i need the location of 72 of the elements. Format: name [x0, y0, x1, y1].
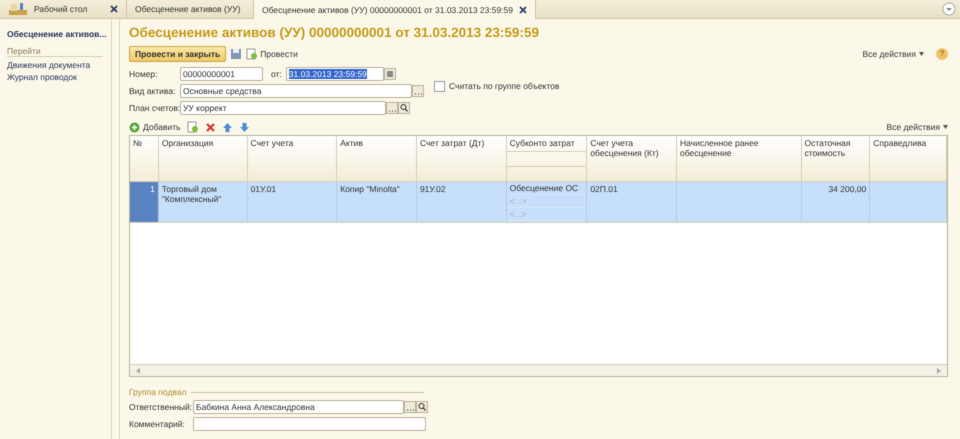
all-actions-button[interactable]: Все действия: [886, 122, 948, 132]
caret-icon: [943, 125, 948, 129]
column-header[interactable]: Счет учета: [248, 136, 338, 181]
group-title: Группа подвал: [129, 387, 187, 397]
table-cell: 02П.01: [590, 184, 618, 194]
form-title: Обесценение активов (УУ) 00000000001 от 31.03.2013 23:59:59: [129, 25, 540, 42]
field-label: Комментарий:: [129, 419, 186, 429]
plus-icon: [129, 122, 140, 132]
comment-field[interactable]: [193, 417, 426, 431]
tab-label: Обесценение активов (УУ): [135, 4, 240, 14]
all-actions-button[interactable]: Все действия: [862, 49, 924, 59]
help-button[interactable]: ?: [936, 48, 948, 60]
column-header[interactable]: №: [130, 136, 159, 181]
tab[interactable]: Рабочий стол: [0, 0, 127, 18]
table-cell: 1: [150, 184, 155, 194]
asset-type-field[interactable]: Основные средства: [180, 84, 412, 98]
field-label: Номер:: [129, 69, 159, 79]
add-button[interactable]: Добавить: [129, 122, 181, 132]
field-label: Вид актива:: [129, 86, 176, 96]
delete-icon[interactable]: [204, 122, 216, 132]
dropdown-icon[interactable]: [942, 2, 956, 16]
save-icon[interactable]: [230, 48, 242, 60]
column-header[interactable]: Счет учета обесценения (Кт): [587, 136, 677, 181]
document-icon: [246, 48, 258, 60]
table-cell: 34 200,00: [828, 184, 866, 194]
number-field[interactable]: 00000000001: [180, 67, 263, 81]
caret-icon: [919, 52, 924, 56]
sidebar-link[interactable]: Журнал проводок: [7, 71, 111, 83]
sidebar-title[interactable]: Обесценение активов...: [7, 29, 111, 39]
tab-label: Обесценение активов (УУ) 00000000001 от 31.03.2013 23:59:59: [262, 4, 513, 14]
table-cell: <...>: [506, 208, 586, 221]
splitter-handle[interactable]: [111, 19, 120, 439]
field-label: Ответственный:: [129, 402, 189, 412]
search-icon[interactable]: [398, 102, 410, 114]
table-row[interactable]: 1 Торговый дом "Комплексный" 01У.01 Копир "Minolta" 91У.02 Обесценение ОС <...> <...> 02П.01 34 200,00: [130, 182, 947, 223]
table-cell: 01У.01: [250, 184, 276, 194]
column-header[interactable]: Начисленное ранее обесценение: [676, 136, 802, 181]
horizontal-scrollbar[interactable]: [130, 364, 947, 376]
close-icon[interactable]: [110, 5, 118, 13]
table-cell: 91У.02: [420, 184, 446, 194]
search-icon[interactable]: [416, 401, 428, 413]
post-button[interactable]: Провести: [246, 48, 298, 60]
scroll-left-icon[interactable]: [136, 368, 140, 374]
column-header[interactable]: Актив: [337, 136, 417, 181]
table-cell: <...>: [506, 195, 586, 208]
column-header[interactable]: Справедлива: [870, 136, 947, 181]
column-header[interactable]: Организация: [158, 136, 248, 181]
table-cell: Копир "Minolta": [340, 184, 400, 194]
checkbox-label: Считать по группе объектов: [449, 81, 560, 91]
table-cell: Обесценение ОС: [506, 182, 586, 195]
column-header[interactable]: Счет затрат (Дт): [416, 136, 507, 181]
scroll-right-icon[interactable]: [937, 368, 941, 374]
table-cell: Торговый дом "Комплексный": [162, 184, 222, 204]
desk-icon: [8, 2, 28, 16]
tab-label: Рабочий стол: [34, 4, 88, 14]
column-header[interactable]: Остаточная стоимость: [802, 136, 870, 181]
move-up-icon[interactable]: [222, 122, 233, 132]
field-label: от:: [271, 69, 282, 79]
select-button[interactable]: [412, 85, 424, 97]
chart-of-accounts-field[interactable]: УУ коррект: [180, 101, 386, 115]
close-icon[interactable]: [519, 6, 527, 14]
column-header[interactable]: Субконто затрат: [506, 136, 586, 151]
checkbox[interactable]: [434, 80, 445, 92]
tab[interactable]: Обесценение активов (УУ) 00000000001 от 31.03.2013 23:59:59: [254, 0, 536, 19]
sidebar-link[interactable]: Движения документа: [7, 59, 111, 71]
calendar-icon[interactable]: [384, 68, 396, 80]
sidebar-section: Перейти: [7, 46, 103, 57]
responsible-field[interactable]: Бабкина Анна Александровна: [193, 400, 404, 414]
move-down-icon[interactable]: [238, 122, 250, 132]
copy-icon[interactable]: [186, 121, 199, 133]
post-and-close-button[interactable]: Провести и закрыть: [129, 46, 226, 62]
date-field[interactable]: 31.03.2013 23:59:59: [286, 67, 384, 81]
